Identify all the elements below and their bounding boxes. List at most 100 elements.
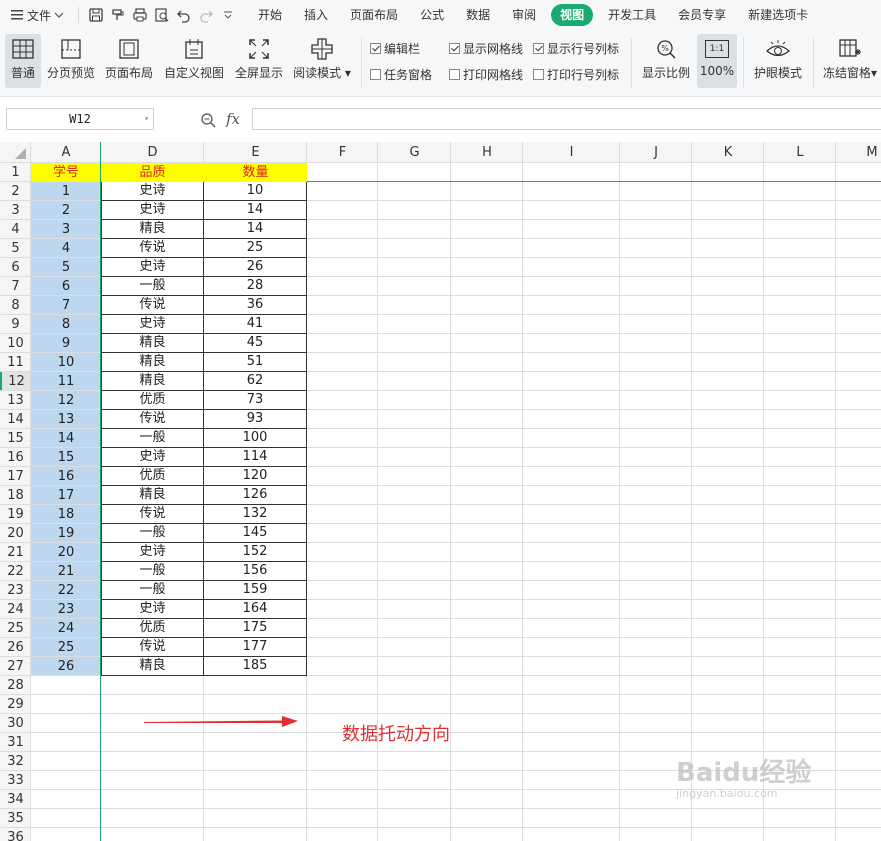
table-cell[interactable]: 26	[31, 657, 101, 676]
table-cell[interactable]: 一般	[101, 277, 204, 296]
table-cell[interactable]: 45	[204, 334, 307, 353]
print-headings-checkbox-box[interactable]	[533, 69, 544, 80]
table-cell[interactable]: 史诗	[101, 182, 204, 201]
table-cell[interactable]: 145	[204, 524, 307, 543]
table-cell[interactable]: 精良	[101, 334, 204, 353]
fx-icon[interactable]: fx	[226, 110, 240, 128]
row-header-19[interactable]: 19	[0, 505, 31, 524]
zoom-button[interactable]: % 显示比例	[639, 34, 693, 81]
table-cell[interactable]: 4	[31, 239, 101, 258]
table-cell[interactable]: 精良	[101, 220, 204, 239]
table-cell[interactable]: 156	[204, 562, 307, 581]
table-cell[interactable]: 14	[31, 429, 101, 448]
page-layout-view-button[interactable]: 页面布局	[104, 34, 154, 81]
row-header-28[interactable]: 28	[0, 676, 31, 695]
format-painter-icon[interactable]	[107, 4, 129, 26]
row-header-13[interactable]: 13	[0, 391, 31, 410]
table-cell[interactable]: 28	[204, 277, 307, 296]
header-cell[interactable]: 数量	[204, 163, 307, 182]
column-header-g[interactable]: G	[378, 142, 451, 163]
row-header-29[interactable]: 29	[0, 695, 31, 714]
table-cell[interactable]: 175	[204, 619, 307, 638]
table-cell[interactable]: 10	[204, 182, 307, 201]
table-cell[interactable]: 13	[31, 410, 101, 429]
table-cell[interactable]: 精良	[101, 486, 204, 505]
table-cell[interactable]: 51	[204, 353, 307, 372]
tab-insert[interactable]: 插入	[293, 4, 339, 26]
table-cell[interactable]: 一般	[101, 524, 204, 543]
tab-member[interactable]: 会员专享	[667, 4, 737, 26]
table-cell[interactable]: 25	[31, 638, 101, 657]
table-cell[interactable]: 14	[204, 220, 307, 239]
row-header-2[interactable]: 2	[0, 182, 31, 201]
name-box[interactable]: W12 ▾	[6, 108, 154, 130]
row-header-7[interactable]: 7	[0, 277, 31, 296]
column-header-f[interactable]: F	[307, 142, 378, 163]
table-cell[interactable]: 17	[31, 486, 101, 505]
table-cell[interactable]: 14	[204, 201, 307, 220]
task-pane-checkbox[interactable]: 任务窗格	[370, 66, 432, 83]
custom-view-button[interactable]: 自定义视图	[163, 34, 225, 81]
table-cell[interactable]: 2	[31, 201, 101, 220]
table-cell[interactable]: 132	[204, 505, 307, 524]
row-header-1[interactable]: 1	[0, 163, 31, 182]
row-header-22[interactable]: 22	[0, 562, 31, 581]
undo-icon[interactable]	[173, 4, 195, 26]
table-cell[interactable]: 传说	[101, 638, 204, 657]
save-icon[interactable]	[85, 4, 107, 26]
table-cell[interactable]: 177	[204, 638, 307, 657]
table-cell[interactable]: 精良	[101, 657, 204, 676]
row-header-36[interactable]: 36	[0, 828, 31, 841]
row-header-18[interactable]: 18	[0, 486, 31, 505]
full-screen-button[interactable]: 全屏显示	[234, 34, 284, 81]
select-all-icon[interactable]	[0, 142, 31, 163]
column-header-j[interactable]: J	[620, 142, 692, 163]
normal-view-button[interactable]: 普通	[5, 34, 41, 88]
row-header-35[interactable]: 35	[0, 809, 31, 828]
table-cell[interactable]: 一般	[101, 581, 204, 600]
table-cell[interactable]: 18	[31, 505, 101, 524]
table-cell[interactable]: 36	[204, 296, 307, 315]
table-cell[interactable]: 20	[31, 543, 101, 562]
show-gridlines-checkbox-box[interactable]	[449, 43, 460, 54]
page-break-preview-button[interactable]: 分页预览	[46, 34, 96, 81]
table-cell[interactable]: 41	[204, 315, 307, 334]
zoom-100-button[interactable]: 1:1 100%	[697, 34, 737, 88]
show-headings-checkbox[interactable]: 显示行号列标	[533, 40, 619, 57]
tab-view[interactable]: 视图	[551, 4, 594, 26]
print-icon[interactable]	[129, 4, 151, 26]
row-header-14[interactable]: 14	[0, 410, 31, 429]
redo-icon[interactable]	[195, 4, 217, 26]
table-cell[interactable]: 152	[204, 543, 307, 562]
row-header-26[interactable]: 26	[0, 638, 31, 657]
row-header-17[interactable]: 17	[0, 467, 31, 486]
table-cell[interactable]: 12	[31, 391, 101, 410]
table-cell[interactable]: 10	[31, 353, 101, 372]
table-cell[interactable]: 11	[31, 372, 101, 391]
table-cell[interactable]: 126	[204, 486, 307, 505]
row-header-24[interactable]: 24	[0, 600, 31, 619]
column-header-l[interactable]: L	[764, 142, 836, 163]
row-header-27[interactable]: 27	[0, 657, 31, 676]
row-header-34[interactable]: 34	[0, 790, 31, 809]
row-header-15[interactable]: 15	[0, 429, 31, 448]
print-gridlines-checkbox[interactable]: 打印网格线	[449, 66, 523, 83]
header-cell[interactable]: 品质	[101, 163, 204, 182]
table-cell[interactable]: 史诗	[101, 543, 204, 562]
row-header-21[interactable]: 21	[0, 543, 31, 562]
table-cell[interactable]: 120	[204, 467, 307, 486]
tab-data[interactable]: 数据	[455, 4, 501, 26]
column-header-m[interactable]: M	[836, 142, 881, 163]
row-header-8[interactable]: 8	[0, 296, 31, 315]
table-cell[interactable]: 22	[31, 581, 101, 600]
tab-review[interactable]: 审阅	[501, 4, 547, 26]
formula-input[interactable]	[252, 108, 881, 130]
table-cell[interactable]: 优质	[101, 391, 204, 410]
table-cell[interactable]: 一般	[101, 429, 204, 448]
table-cell[interactable]: 21	[31, 562, 101, 581]
task-pane-checkbox-box[interactable]	[370, 69, 381, 80]
table-cell[interactable]: 24	[31, 619, 101, 638]
table-cell[interactable]: 传说	[101, 505, 204, 524]
table-cell[interactable]: 100	[204, 429, 307, 448]
row-header-23[interactable]: 23	[0, 581, 31, 600]
